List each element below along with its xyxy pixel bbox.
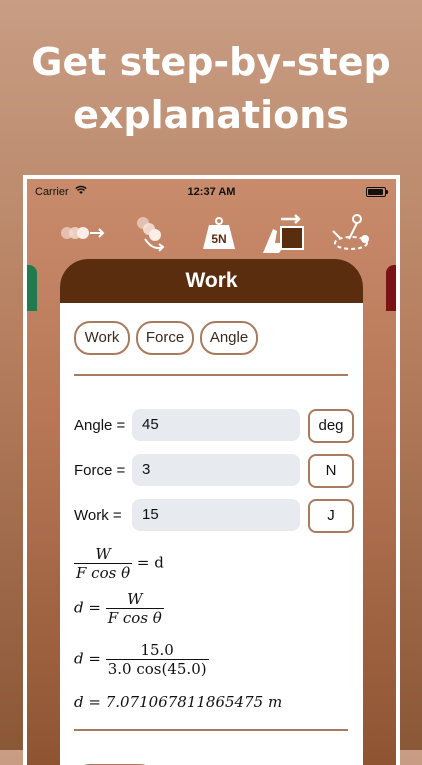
angle-unit-button[interactable]: deg — [308, 409, 354, 443]
angle-input[interactable]: 45 — [132, 409, 300, 441]
app-screen: Carrier 12:37 AM 5N Work Work Force Angl… — [27, 179, 396, 765]
status-bar: Carrier 12:37 AM — [27, 185, 396, 201]
clock: 12:37 AM — [187, 186, 236, 198]
side-tab-left[interactable] — [27, 265, 37, 311]
step-2-lhs: d = — [74, 598, 101, 617]
headline-line-2: explanations — [73, 93, 349, 137]
chip-work[interactable]: Work — [74, 321, 130, 355]
work-label: Work = — [74, 507, 122, 524]
step-2-denominator: F cos θ — [105, 608, 164, 627]
input-row-force: Force = 3 N — [60, 454, 363, 488]
work-input[interactable]: 15 — [132, 499, 300, 531]
topic-toolbar: 5N — [27, 205, 396, 261]
weight-label: 5N — [211, 232, 226, 246]
chip-angle[interactable]: Angle — [200, 321, 258, 355]
divider-top — [74, 374, 348, 376]
battery-icon — [366, 187, 388, 197]
step-1-numerator: W — [95, 545, 111, 563]
card-title: Work — [60, 259, 363, 303]
step-1-rhs: = d — [136, 553, 164, 572]
step-3-numerator: 15.0 — [140, 641, 174, 659]
circular-motion-icon[interactable] — [327, 209, 375, 257]
momentum-balls-icon[interactable] — [57, 209, 105, 257]
step-2: d = WF cos θ — [74, 590, 164, 627]
divider-bottom — [74, 729, 348, 731]
input-row-angle: Angle = 45 deg — [60, 409, 363, 443]
device-frame: Carrier 12:37 AM 5N Work Work Force Angl… — [23, 175, 400, 765]
headline: Get step-by-step explanations — [0, 36, 422, 142]
work-push-icon[interactable] — [259, 209, 307, 257]
rotation-icon[interactable] — [125, 209, 173, 257]
step-1: WF cos θ = d — [74, 545, 164, 582]
force-input[interactable]: 3 — [132, 454, 300, 486]
angle-label: Angle = — [74, 417, 126, 434]
chip-force[interactable]: Force — [136, 321, 194, 355]
input-row-work: Work = 15 J — [60, 499, 363, 533]
step-3-denominator: 3.0 cos(45.0) — [105, 659, 209, 678]
side-tab-right[interactable] — [386, 265, 396, 311]
step-3: d = 15.0 3.0 cos(45.0) — [74, 641, 209, 678]
work-unit-button[interactable]: J — [308, 499, 354, 533]
step-1-denominator: F cos θ — [74, 563, 133, 582]
step-2-numerator: W — [127, 590, 143, 608]
weight-icon[interactable]: 5N — [195, 209, 243, 257]
headline-line-1: Get step-by-step — [31, 40, 391, 84]
step-4-result: d = 7.071067811865475 m — [74, 693, 283, 711]
step-3-lhs: d = — [74, 649, 101, 668]
force-unit-button[interactable]: N — [308, 454, 354, 488]
calculator-card: Work Work Force Angle Angle = 45 deg For… — [60, 259, 363, 765]
force-label: Force = — [74, 462, 126, 479]
